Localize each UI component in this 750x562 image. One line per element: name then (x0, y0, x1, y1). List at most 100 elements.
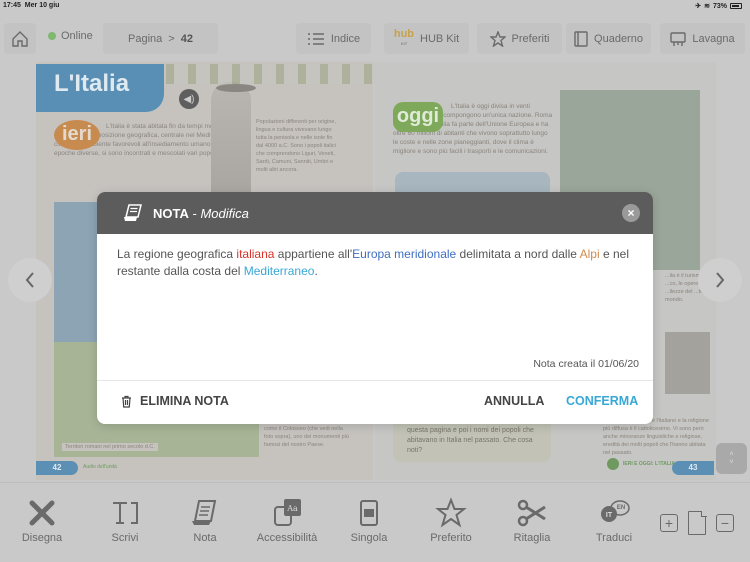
tool-label: Traduci (595, 532, 633, 544)
note-highlighted-word: Mediterraneo (243, 263, 315, 278)
pencil-brush-icon (29, 500, 55, 526)
preferiti-button[interactable]: Preferiti (477, 23, 562, 54)
battery-percent: 73% (712, 2, 727, 10)
page-selector[interactable]: Pagina > 42 (103, 23, 218, 54)
zoom-in-button[interactable]: + (660, 514, 678, 532)
notebook-icon (574, 30, 588, 47)
tool-nota[interactable]: Nota (165, 497, 245, 544)
indice-button[interactable]: Indice (296, 23, 371, 54)
accessibility-font-icon: Aa (274, 499, 301, 526)
tool-label: Accessibilità (256, 532, 318, 544)
popoli-caption: Popolazioni differenti per origine, ling… (256, 119, 337, 173)
note-highlighted-word: Alpi (579, 247, 600, 261)
tool-traduci[interactable]: IT EN Traduci (574, 497, 654, 544)
tool-label: Nota (193, 532, 217, 544)
audio-unit-link[interactable]: Audio dell'unità (83, 464, 117, 470)
hubkit-button[interactable]: hub KIT HUB Kit (384, 23, 469, 54)
tool-preferito[interactable]: Preferito (411, 497, 491, 544)
chevron-left-icon (25, 272, 34, 288)
page-number: 42 (180, 32, 193, 45)
online-dot-icon (48, 32, 56, 40)
tool-singola[interactable]: Singola (329, 497, 409, 544)
ieri-badge: ieri (54, 120, 100, 150)
note-text-segment: delimitata a nord dalle (456, 247, 580, 261)
online-label: Online (61, 30, 93, 42)
page-number-left: 42 (36, 461, 78, 475)
status-bar: 17:45 Mer 10 giu ✈ ≋ 73% (0, 0, 750, 12)
note-created-date: Nota creata il 01/06/20 (533, 358, 639, 370)
chevron-right-icon (716, 272, 725, 288)
home-icon (12, 30, 28, 47)
preferiti-label: Preferiti (511, 32, 550, 45)
home-button[interactable] (4, 23, 36, 54)
ieri-oggi-link[interactable]: IERI E OGGI: L'ITALIA (607, 458, 675, 470)
tool-label: Ritaglia (513, 532, 551, 544)
zoom-out-button[interactable]: − (716, 514, 734, 532)
translate-icon: IT EN (601, 500, 630, 522)
note-edit-dialog: NOTA - Modifica × La regione geografica … (97, 192, 653, 424)
scissors-icon (517, 499, 546, 527)
tool-scrivi[interactable]: Scrivi (85, 497, 165, 544)
svg-text:IT: IT (606, 512, 613, 519)
svg-text:Aa: Aa (286, 504, 298, 513)
note-text-segment: La regione geografica (117, 247, 237, 261)
confirm-button[interactable]: CONFERMA (566, 394, 638, 408)
page-view-icon[interactable] (688, 510, 707, 535)
book-link-icon (607, 458, 619, 470)
airplane-icon: ✈ (695, 3, 702, 10)
single-page-icon (360, 500, 378, 526)
ieri-oggi-label: IERI E OGGI: L'ITALIA (623, 461, 675, 467)
indice-label: Indice (330, 32, 361, 45)
close-icon: × (627, 206, 635, 220)
plus-icon: + (664, 515, 674, 531)
dialog-footer: ELIMINA NOTA ANNULLA CONFERMA (97, 381, 653, 424)
next-page-button[interactable] (698, 258, 742, 302)
lavagna-button[interactable]: Lavagna (660, 23, 745, 54)
wifi-icon: ≋ (704, 3, 710, 10)
tool-label: Scrivi (111, 532, 139, 544)
dialog-title: NOTA - Modifica (153, 205, 249, 221)
tool-accessibilita[interactable]: Aa Accessibilità (247, 497, 327, 544)
page-label: Pagina (128, 32, 163, 45)
bottom-toolbar: Disegna Scrivi Nota Aa Accessibilità Sin… (0, 482, 750, 562)
top-toolbar: Online Pagina > 42 Indice hub KIT HUB Kit… (0, 18, 750, 60)
unit-title: L'Italia (36, 64, 164, 112)
zoom-controls: + − (660, 510, 734, 535)
status-right: ✈ ≋ 73% (695, 2, 742, 10)
delete-note-button[interactable]: ELIMINA NOTA (121, 394, 229, 408)
tool-ritaglia[interactable]: Ritaglia (492, 497, 572, 544)
star-icon (489, 30, 506, 47)
note-highlighted-word: italiana (236, 247, 275, 261)
note-scroll-icon (192, 500, 217, 525)
note-scroll-icon (124, 204, 142, 221)
minus-icon: − (720, 515, 730, 531)
connection-status: Online (48, 30, 93, 42)
list-icon (307, 32, 324, 45)
mountain-photo (665, 332, 710, 394)
dialog-header: NOTA - Modifica (97, 192, 653, 234)
tool-disegna[interactable]: Disegna (2, 497, 82, 544)
quaderno-label: Quaderno (594, 32, 643, 45)
close-button[interactable]: × (622, 204, 640, 222)
oggi-badge: oggi (393, 102, 443, 132)
previous-page-button[interactable] (8, 258, 52, 302)
tool-label: Disegna (21, 532, 63, 544)
trash-icon (122, 395, 131, 408)
star-icon (435, 497, 467, 528)
status-time: 17:45 Mer 10 giu (3, 2, 60, 9)
tool-label: Preferito (430, 532, 472, 544)
hubkit-logo-icon: hub KIT (393, 27, 415, 46)
hubkit-label: HUB Kit (420, 32, 460, 45)
map-legend: Territori romani nel primo secolo d.C. (62, 443, 158, 451)
tool-label: Singola (350, 532, 388, 544)
note-text-area[interactable]: La regione geografica italiana appartien… (97, 234, 653, 346)
quaderno-button[interactable]: Quaderno (566, 23, 651, 54)
note-text-segment: . (314, 263, 318, 278)
scroll-up-down-button[interactable]: ˄ ˅ (716, 443, 747, 474)
audio-speaker-icon[interactable]: ◀) (179, 89, 199, 109)
svg-text:EN: EN (617, 505, 625, 511)
statue-image (211, 82, 251, 194)
battery-icon (730, 3, 742, 9)
cancel-button[interactable]: ANNULLA (484, 394, 544, 408)
note-text-segment: appartiene all' (274, 247, 353, 261)
